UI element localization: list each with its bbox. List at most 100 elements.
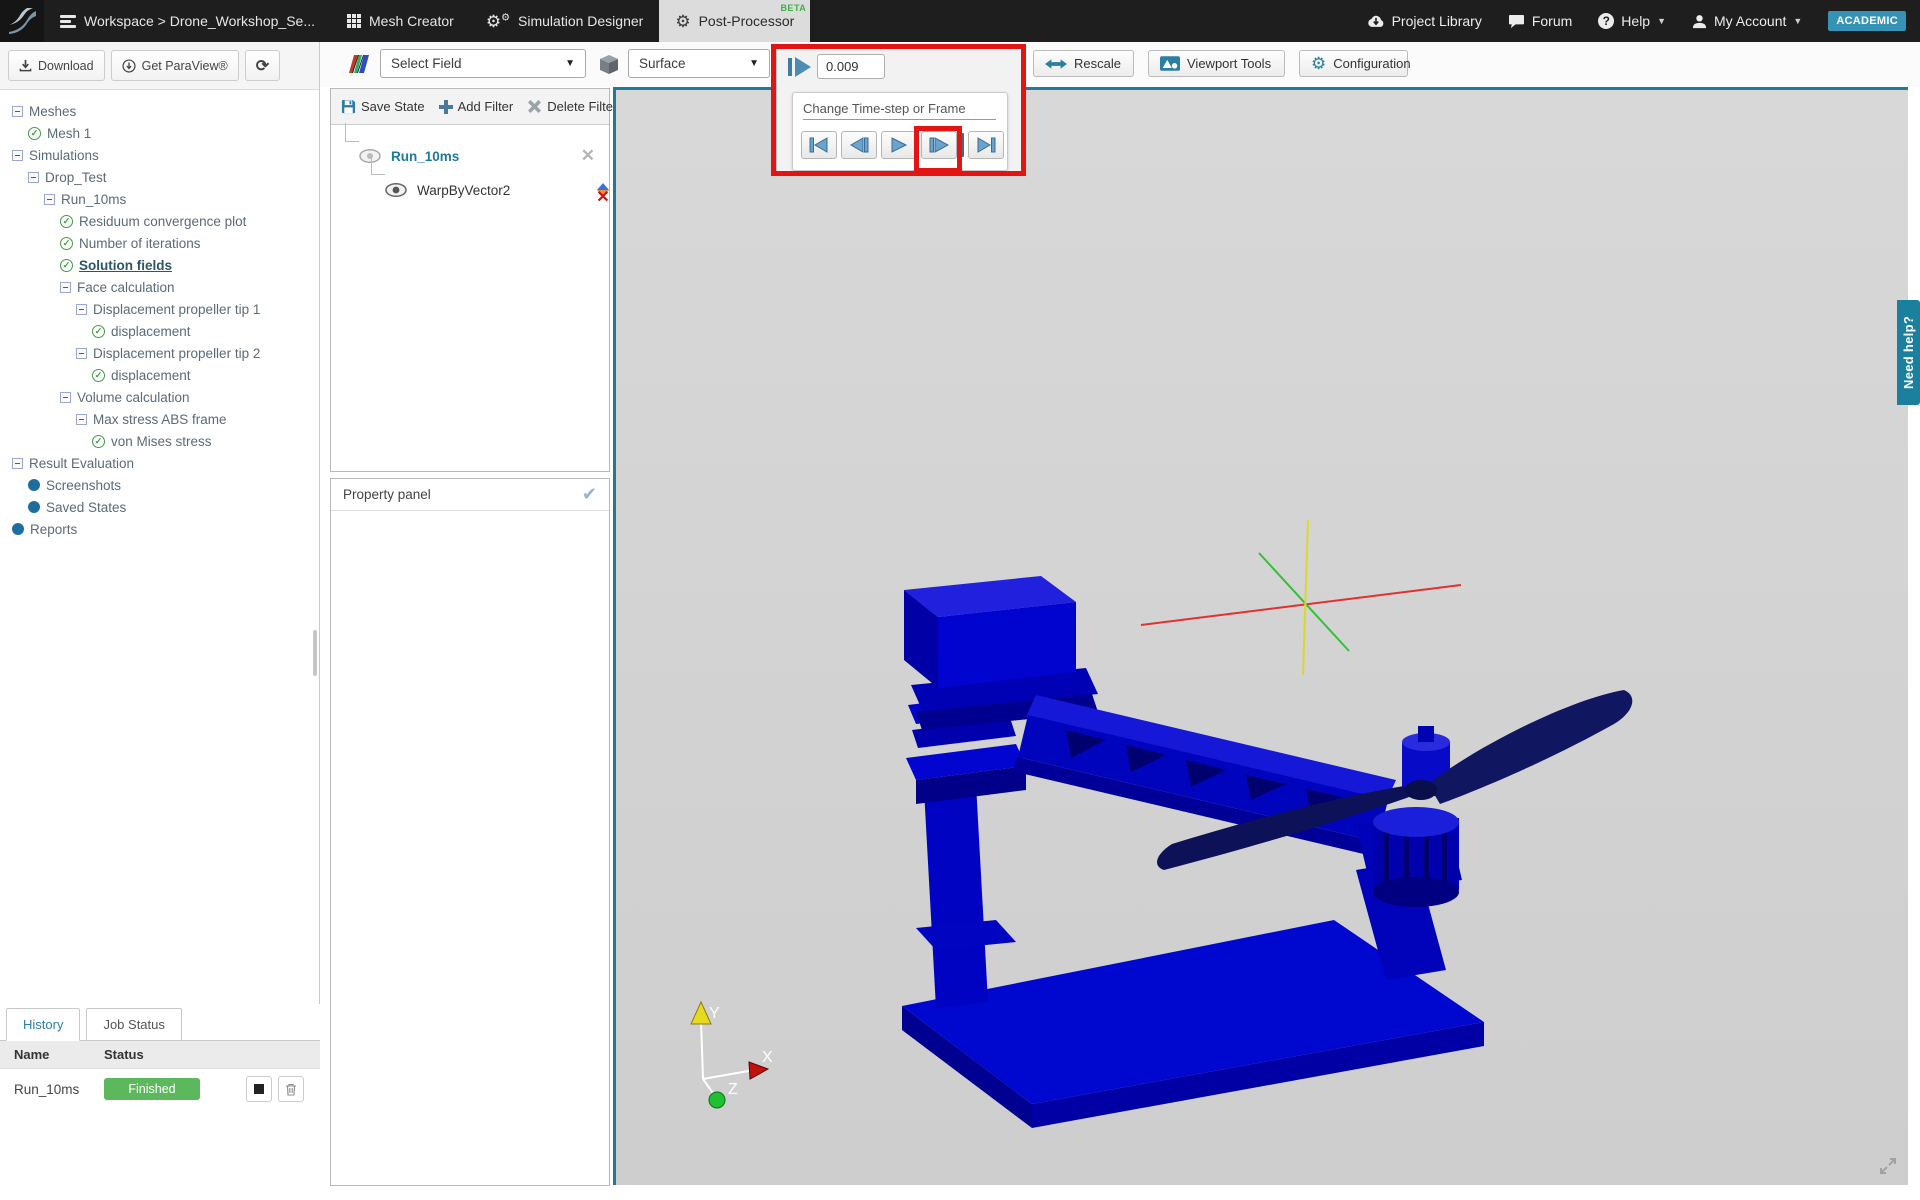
refresh-button[interactable]: ⟳: [244, 50, 281, 81]
tree-item-displacement-2[interactable]: ✓ displacement: [0, 364, 319, 386]
top-bar: Workspace > Drone_Workshop_Se... Mesh Cr…: [0, 0, 1920, 42]
representation-dropdown[interactable]: Surface ▼: [628, 49, 770, 78]
download-button[interactable]: Download: [8, 50, 105, 81]
workspace-breadcrumb-tab[interactable]: Workspace > Drone_Workshop_Se...: [44, 0, 331, 42]
tree-item-run-10ms[interactable]: Run_10ms: [0, 188, 319, 210]
skip-to-last-frame-button[interactable]: [968, 131, 1004, 159]
tree-item-residuum-convergence-plot[interactable]: ✓ Residuum convergence plot: [0, 210, 319, 232]
collapse-icon[interactable]: [44, 193, 55, 205]
collapse-icon[interactable]: [76, 303, 87, 315]
visibility-eye-icon[interactable]: [385, 183, 407, 197]
tab-mesh-creator[interactable]: Mesh Creator: [331, 0, 470, 42]
divider: [961, 133, 964, 157]
chevron-down-icon: ▼: [1657, 16, 1667, 26]
property-panel-title: Property panel: [343, 487, 431, 502]
dot-icon: [28, 479, 40, 491]
play-animation-icon[interactable]: [787, 56, 813, 78]
play-icon: [891, 137, 908, 153]
collapse-icon[interactable]: [12, 149, 23, 161]
resize-viewport-handle[interactable]: [1879, 1157, 1897, 1175]
collapse-icon[interactable]: [12, 457, 23, 469]
tab-simulation-designer[interactable]: ⚙⚙ Simulation Designer: [470, 0, 660, 42]
run-dataset-label: Run_10ms: [391, 148, 460, 164]
add-filter-label: Add Filter: [457, 99, 514, 114]
collapse-icon[interactable]: [76, 347, 87, 359]
tab-history[interactable]: History: [6, 1008, 81, 1041]
tree-item-simulations[interactable]: Simulations: [0, 144, 319, 166]
time-control-group: Change Time-step or Frame: [776, 47, 1023, 176]
play-button[interactable]: [881, 131, 917, 159]
tree-item-displacement-propeller-tip-1[interactable]: Displacement propeller tip 1: [0, 298, 319, 320]
delete-filter-label: Delete Filter: [547, 99, 618, 114]
tree-item-mesh-1[interactable]: ✓ Mesh 1: [0, 122, 319, 144]
check-icon: ✓: [60, 258, 73, 272]
add-filter-button[interactable]: Add Filter: [438, 99, 514, 114]
collapse-icon[interactable]: [28, 171, 39, 183]
configuration-button[interactable]: ⚙ Configuration: [1299, 50, 1411, 77]
tree-item-result-evaluation[interactable]: Result Evaluation: [0, 452, 319, 474]
sidebar-scrollbar[interactable]: [313, 630, 317, 676]
grid-icon: [347, 14, 361, 28]
help-menu[interactable]: ? Help ▼: [1598, 13, 1666, 29]
viewport-tools-button[interactable]: Viewport Tools: [1148, 50, 1285, 77]
viewport-3d[interactable]: Y X Z: [613, 87, 1908, 1185]
next-frame-button[interactable]: [921, 131, 957, 159]
logo-swoosh-icon: [9, 8, 36, 34]
previous-frame-button[interactable]: [841, 131, 877, 159]
collapse-icon[interactable]: [12, 105, 23, 117]
tree-item-solution-fields[interactable]: ✓ Solution fields: [0, 254, 319, 276]
tree-item-meshes[interactable]: Meshes: [0, 100, 319, 122]
collapse-icon[interactable]: [60, 281, 71, 293]
get-paraview-label: Get ParaView®: [141, 58, 228, 73]
filter-tree-warpbyvector-row[interactable]: WarpByVector2 ✕: [331, 173, 610, 207]
tree-item-number-of-iterations[interactable]: ✓ Number of iterations: [0, 232, 319, 254]
tree-item-face-calculation[interactable]: Face calculation: [0, 276, 319, 298]
viewport-tools-icon: [1160, 56, 1180, 71]
apply-check-icon[interactable]: ✔: [582, 484, 597, 505]
save-icon: [341, 99, 356, 114]
tree-item-max-stress-abs-frame[interactable]: Max stress ABS frame: [0, 408, 319, 430]
tab-post-processor[interactable]: ⚙ Post-Processor BETA: [659, 0, 811, 42]
tree-item-displacement-propeller-tip-2[interactable]: Displacement propeller tip 2: [0, 342, 319, 364]
forum-button[interactable]: Forum: [1508, 13, 1572, 29]
tree-item-drop-test[interactable]: Drop_Test: [0, 166, 319, 188]
tree-item-volume-calculation[interactable]: Volume calculation: [0, 386, 319, 408]
chevron-down-icon: ▼: [1793, 16, 1803, 26]
axis-z-label: Z: [728, 1081, 738, 1098]
time-step-input[interactable]: [817, 54, 885, 79]
rescale-label: Rescale: [1074, 56, 1121, 71]
viewport-tools-label: Viewport Tools: [1187, 56, 1272, 71]
run-name-cell: Run_10ms: [14, 1081, 80, 1097]
surface-cube-icon: [596, 51, 622, 82]
collapse-icon[interactable]: [60, 391, 71, 403]
status-column-header: Status: [104, 1047, 144, 1062]
double-arrow-icon: [1045, 58, 1067, 69]
remove-dataset-icon[interactable]: ✕: [581, 146, 595, 166]
check-icon: ✓: [60, 236, 73, 250]
viewer-toolbar: Select Field ▼ Surface ▼ Rescale Viewpor…: [320, 42, 1920, 87]
tree-item-screenshots[interactable]: Screenshots: [0, 474, 319, 496]
delete-run-button[interactable]: [278, 1076, 304, 1102]
check-icon: ✓: [28, 126, 41, 140]
get-paraview-button[interactable]: Get ParaView®: [110, 50, 239, 81]
project-sidebar: Download Get ParaView® ⟳ Meshes ✓ Mesh 1 …: [0, 42, 320, 1200]
time-popup-title: Change Time-step or Frame: [803, 101, 996, 120]
save-state-button[interactable]: Save State: [341, 99, 425, 114]
tree-item-reports[interactable]: Reports: [0, 518, 319, 540]
delete-filter-button[interactable]: Delete Filter: [527, 99, 617, 114]
history-section: History Job Status Name Status Run_10ms …: [0, 1004, 320, 1200]
app-logo[interactable]: [0, 0, 44, 42]
select-field-dropdown[interactable]: Select Field ▼: [380, 49, 586, 78]
project-library-button[interactable]: Project Library: [1367, 13, 1482, 29]
my-account-menu[interactable]: My Account ▼: [1692, 13, 1802, 29]
beta-badge: BETA: [780, 3, 807, 13]
tree-item-displacement-1[interactable]: ✓ displacement: [0, 320, 319, 342]
tree-item-von-mises-stress[interactable]: ✓ von Mises stress: [0, 430, 319, 452]
collapse-icon[interactable]: [76, 413, 87, 425]
stop-run-button[interactable]: [246, 1076, 272, 1102]
tree-item-saved-states[interactable]: Saved States: [0, 496, 319, 518]
skip-to-first-frame-button[interactable]: [801, 131, 837, 159]
tab-job-status[interactable]: Job Status: [86, 1008, 182, 1040]
need-help-tab[interactable]: Need help?: [1897, 300, 1920, 405]
rescale-button[interactable]: Rescale: [1033, 50, 1134, 77]
